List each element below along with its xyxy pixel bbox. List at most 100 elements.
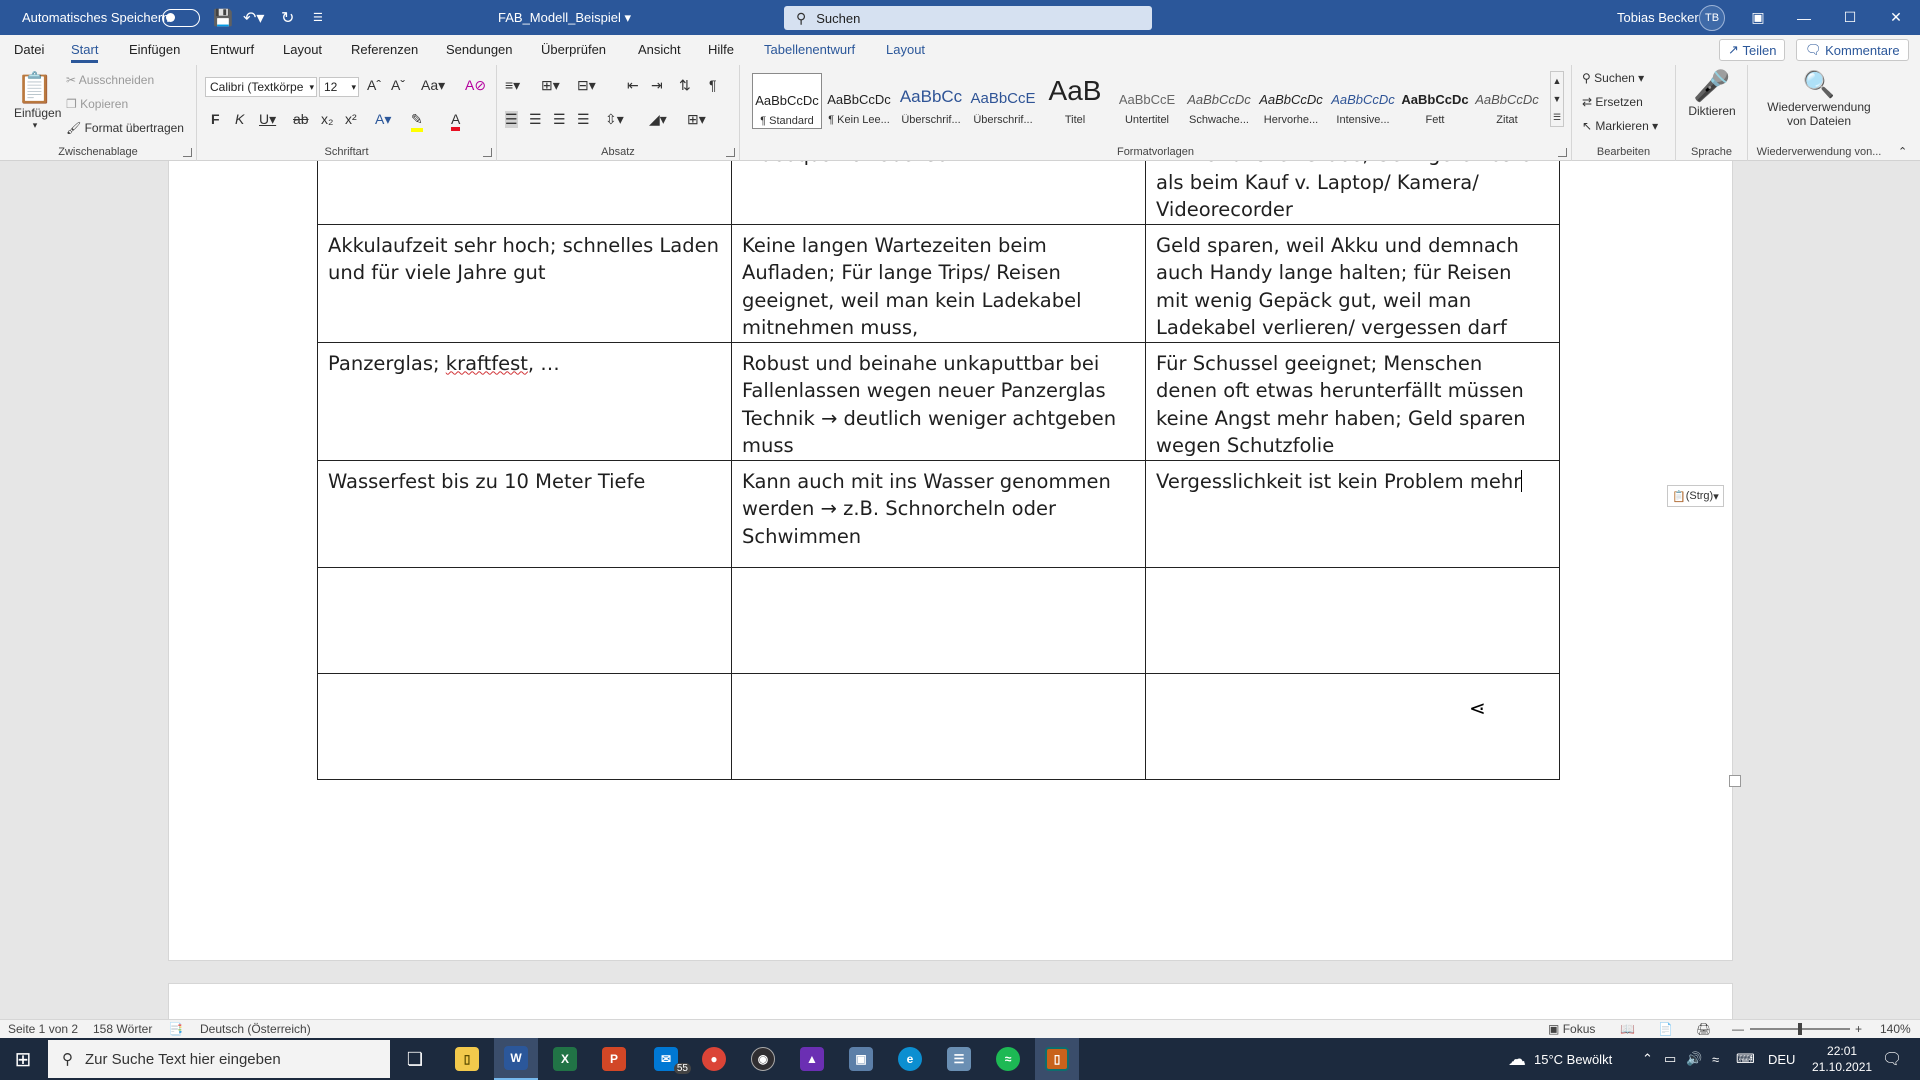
- select-button[interactable]: ↖ Markieren ▾: [1582, 119, 1658, 133]
- zoom-slider-thumb[interactable]: [1798, 1023, 1802, 1035]
- tab-table-layout[interactable]: Layout: [886, 42, 925, 57]
- align-left-icon[interactable]: ☰: [505, 111, 518, 128]
- taskbar-search[interactable]: ⚲ Zur Suche Text hier eingeben: [48, 1040, 390, 1078]
- clear-formatting-icon[interactable]: A⊘: [465, 77, 486, 94]
- style-standard[interactable]: AaBbCcDc ¶ Standard: [752, 73, 822, 129]
- language-indicator[interactable]: Deutsch (Österreich): [200, 1022, 311, 1036]
- table-cell[interactable]: Kann auch mit ins Wasser genommen werden…: [731, 459, 1146, 568]
- weather-widget[interactable]: ☁ 15°C Bewölkt: [1508, 1038, 1612, 1080]
- powerpoint-app-icon[interactable]: P: [592, 1038, 636, 1080]
- document-page-2[interactable]: [168, 983, 1733, 1019]
- change-case-icon[interactable]: Aa▾: [421, 77, 445, 94]
- table-cell[interactable]: Geld sparen, weil Akku und demnach auch …: [1145, 223, 1560, 343]
- edge-app-icon[interactable]: e: [888, 1038, 932, 1080]
- language-indicator[interactable]: DEU: [1768, 1038, 1795, 1080]
- table-cell[interactable]: Vergesslichkeit ist kein Problem mehr: [1145, 459, 1560, 568]
- tab-einfuegen[interactable]: Einfügen: [129, 42, 180, 57]
- styles-launcher[interactable]: [1558, 148, 1567, 157]
- strikethrough-icon[interactable]: ab: [293, 111, 309, 127]
- proofing-icon[interactable]: 📑: [168, 1022, 183, 1036]
- font-name-combo[interactable]: Calibri (Textkörpe ▾: [205, 77, 317, 97]
- style-no-spacing[interactable]: AaBbCcDc ¶ Kein Lee...: [824, 73, 894, 129]
- subscript-icon[interactable]: x₂: [321, 111, 333, 127]
- styles-gallery-scroll[interactable]: ▲ ▼ ☰: [1550, 71, 1564, 127]
- close-icon[interactable]: ✕: [1873, 0, 1919, 35]
- read-mode-icon[interactable]: 📖: [1620, 1022, 1635, 1036]
- table-cell[interactable]: [1145, 672, 1560, 780]
- windows-start-icon[interactable]: ⊞: [0, 1038, 46, 1080]
- volume-icon[interactable]: 🔊: [1686, 1038, 1702, 1080]
- keyboard-icon[interactable]: ⌨: [1736, 1038, 1755, 1080]
- app-icon[interactable]: ▲: [790, 1038, 834, 1080]
- style-subtle-emphasis[interactable]: AaBbCcDc Schwache...: [1184, 73, 1254, 129]
- table-cell[interactable]: mit handlicher Größe; Geringere Kosten a…: [1145, 161, 1560, 225]
- notifications-icon[interactable]: 🗨: [1882, 1038, 1902, 1080]
- table-cell[interactable]: [731, 672, 1146, 780]
- clipboard-launcher[interactable]: [183, 148, 192, 157]
- shading-icon[interactable]: ◢▾: [649, 111, 667, 128]
- undo-icon[interactable]: ↶▾: [243, 0, 264, 35]
- decrease-indent-icon[interactable]: ⇤: [627, 77, 639, 94]
- font-launcher[interactable]: [483, 148, 492, 157]
- line-spacing-icon[interactable]: ⇳▾: [605, 111, 624, 128]
- print-layout-icon[interactable]: 📄: [1658, 1022, 1673, 1036]
- tab-tabellenentwurf[interactable]: Tabellenentwurf: [764, 42, 855, 57]
- minimize-icon[interactable]: —: [1781, 0, 1827, 35]
- page-count[interactable]: Seite 1 von 2: [8, 1022, 78, 1036]
- table-cell[interactable]: [731, 566, 1146, 674]
- sort-icon[interactable]: ⇅: [679, 77, 691, 94]
- focus-button[interactable]: ▣ Fokus: [1548, 1022, 1595, 1036]
- table-cell[interactable]: Videoqualität ebenso: [731, 161, 1146, 225]
- table-cell[interactable]: [317, 566, 732, 674]
- obs-app-icon[interactable]: ◉: [741, 1038, 785, 1080]
- table-cell[interactable]: [317, 161, 732, 225]
- tab-datei[interactable]: Datei: [14, 42, 44, 57]
- chrome-app-icon[interactable]: ●: [692, 1038, 736, 1080]
- tab-referenzen[interactable]: Referenzen: [351, 42, 418, 57]
- text-effects-icon[interactable]: A▾: [375, 111, 391, 128]
- replace-button[interactable]: ⇄ Ersetzen: [1582, 95, 1643, 109]
- grow-font-icon[interactable]: Aˆ: [367, 77, 381, 93]
- paste-button[interactable]: 📋 Einfügen ▾: [14, 71, 61, 131]
- shrink-font-icon[interactable]: Aˇ: [391, 77, 405, 93]
- justify-icon[interactable]: ☰: [577, 111, 590, 128]
- notepad-app-icon[interactable]: ☰: [937, 1038, 981, 1080]
- align-center-icon[interactable]: ☰: [529, 111, 542, 128]
- tab-sendungen[interactable]: Sendungen: [446, 42, 513, 57]
- cut-button[interactable]: ✂ Ausschneiden: [66, 73, 154, 87]
- style-intense-emphasis[interactable]: AaBbCcDc Intensive...: [1328, 73, 1398, 129]
- dictate-button[interactable]: 🎤 Diktieren: [1676, 69, 1748, 118]
- web-layout-icon[interactable]: 🖨: [1696, 1022, 1711, 1036]
- show-hidden-icons-icon[interactable]: ⌃: [1642, 1038, 1653, 1080]
- clock[interactable]: 22:01 21.10.2021: [1812, 1038, 1872, 1080]
- table-resize-handle[interactable]: [1729, 775, 1741, 787]
- task-view-icon[interactable]: ❏: [395, 1038, 435, 1080]
- table-cell[interactable]: Für Schussel geeignet; Menschen denen of…: [1145, 341, 1560, 461]
- search-box[interactable]: ⚲ Suchen: [784, 6, 1152, 30]
- maximize-icon[interactable]: ☐: [1827, 0, 1873, 35]
- word-app-icon[interactable]: W: [494, 1038, 538, 1080]
- tab-hilfe[interactable]: Hilfe: [708, 42, 734, 57]
- copy-button[interactable]: ❐ Kopieren: [66, 97, 128, 111]
- battery-icon[interactable]: ▭: [1664, 1038, 1676, 1080]
- misspelled-word[interactable]: kraftfest: [446, 352, 528, 375]
- numbering-icon[interactable]: ⊞▾: [541, 77, 560, 94]
- redo-icon[interactable]: ↻: [281, 0, 294, 35]
- bold-icon[interactable]: F: [211, 111, 220, 127]
- tab-ueberpruefen[interactable]: Überprüfen: [541, 42, 606, 57]
- mail-app-icon[interactable]: ✉ 55: [641, 1038, 691, 1080]
- reuse-files-button[interactable]: 🔍 Wiederverwendung von Dateien: [1748, 69, 1890, 128]
- table-cell[interactable]: [1145, 566, 1560, 674]
- network-icon[interactable]: ≈: [1712, 1038, 1719, 1080]
- tab-ansicht[interactable]: Ansicht: [638, 42, 681, 57]
- file-explorer-icon[interactable]: ▯: [445, 1038, 489, 1080]
- zoom-out-icon[interactable]: —: [1732, 1022, 1744, 1036]
- app-icon[interactable]: ▯: [1035, 1038, 1079, 1080]
- comments-button[interactable]: 🗨 Kommentare: [1796, 39, 1909, 61]
- tab-start[interactable]: Start: [71, 42, 99, 63]
- style-subtitle[interactable]: AaBbCcE Untertitel: [1112, 73, 1182, 129]
- style-strong[interactable]: AaBbCcDc Fett: [1400, 73, 1470, 129]
- table-cell[interactable]: [317, 672, 732, 780]
- customize-toolbar-icon[interactable]: ☰: [313, 0, 323, 35]
- style-heading-1[interactable]: AaBbCc Überschrif...: [896, 73, 966, 129]
